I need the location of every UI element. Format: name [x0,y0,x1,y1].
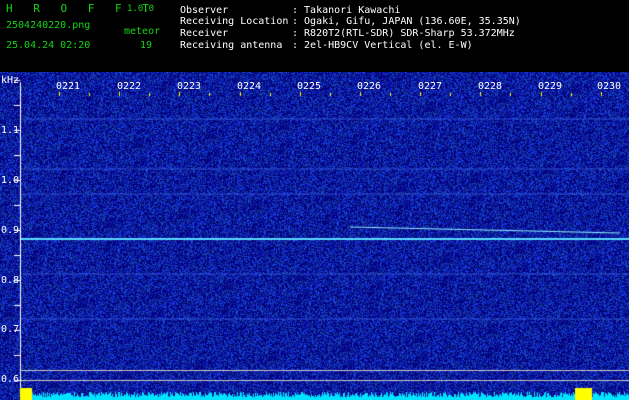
time-tick-label: 0225 [297,81,322,92]
y-tick-label: 1.0 [1,175,20,186]
observer-value: : Takanori Kawachi [292,5,401,16]
y-axis-unit: kHz [1,75,20,86]
time-tick-label: 0227 [418,81,443,92]
y-tick-label: 0.6 [1,374,20,385]
meteor-count: 19 [140,40,153,51]
time-tick-label: 0224 [237,81,262,92]
time-tick-label: 0223 [177,81,202,92]
antenna-value: : 2el-HB9CV Vertical (el. E-W) [292,40,473,51]
location-label: Receiving Location [180,16,289,27]
y-tick-label: 0.7 [1,324,20,335]
time-tick-label: 0229 [538,81,563,92]
time-tick-label: 0222 [117,81,142,92]
app-version: 1.0.0 [127,4,155,14]
spectrogram-canvas [0,72,629,400]
y-tick-label: 0.9 [1,225,20,236]
meteor-label: meteor [124,26,161,37]
receiver-value: : R820T2(RTL-SDR) SDR-Sharp 53.372MHz [292,28,515,39]
date-time: 25.04.24 02:20 [6,40,91,51]
file-name: 2504240220.png [6,20,91,31]
time-tick-label: 0230 [597,81,622,92]
y-tick-label: 0.8 [1,275,20,286]
time-tick-label: 0228 [478,81,503,92]
time-tick-label: 0221 [56,81,81,92]
spectrogram-plot: kHz 0221 0222 0223 0224 0225 0226 0227 0… [0,72,629,400]
receiver-label: Receiver [180,28,229,39]
header-panel: H R O F F T 1.0.0 2504240220.png meteor … [0,0,629,72]
antenna-label: Receiving antenna [180,40,283,51]
location-value: : Ogaki, Gifu, JAPAN (136.60E, 35.35N) [292,16,521,27]
observer-label: Observer [180,5,229,16]
time-tick-label: 0226 [357,81,382,92]
y-tick-label: 1.1 [1,125,20,136]
